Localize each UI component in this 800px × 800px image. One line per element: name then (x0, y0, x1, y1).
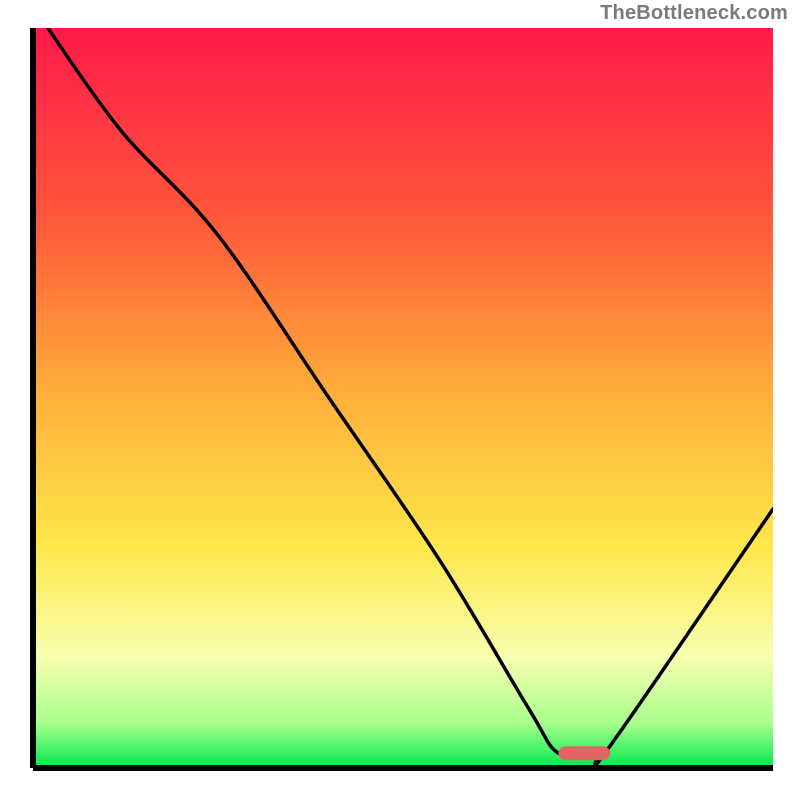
optimal-marker (558, 746, 610, 760)
chart-container: TheBottleneck.com (0, 0, 800, 800)
watermark-text: TheBottleneck.com (600, 2, 788, 25)
chart-svg (0, 0, 800, 800)
plot-background (33, 28, 773, 768)
